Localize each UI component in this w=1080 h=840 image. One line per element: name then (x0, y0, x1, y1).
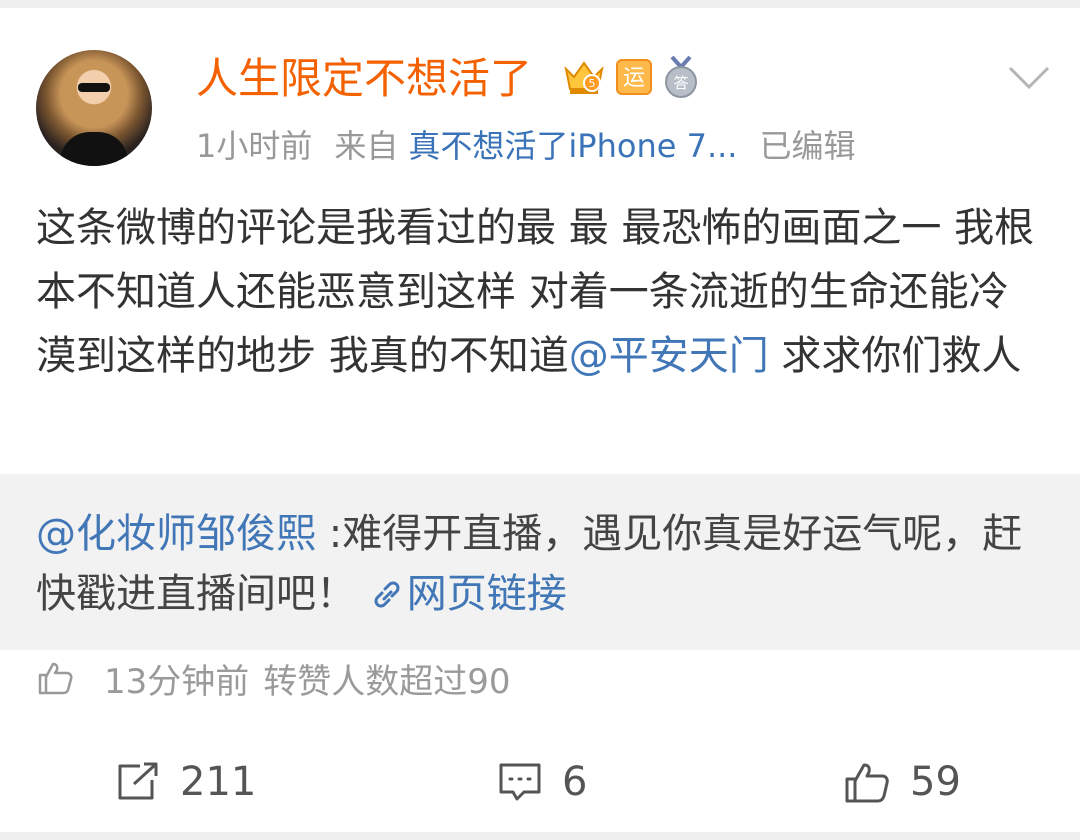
comment-count: 6 (562, 759, 588, 805)
chevron-down-icon[interactable] (1004, 60, 1054, 96)
web-link-label: 网页链接 (406, 571, 567, 617)
username[interactable]: 人生限定不想活了 (196, 50, 532, 108)
comment-button[interactable]: 6 (498, 752, 587, 812)
repost-stats-line: 13分钟前 转赞人数超过90 (36, 654, 511, 702)
like-count: 59 (910, 759, 961, 805)
repost-stats-text: 转赞人数超过90 (263, 661, 511, 702)
avatar-figure (60, 132, 128, 166)
post-text-end: 求求你们救人 (768, 333, 1022, 379)
web-link[interactable]: 网页链接 (369, 571, 567, 617)
avatar-sunglasses (78, 83, 110, 92)
svg-text:5: 5 (589, 77, 596, 90)
answer-medal-label: 答 (673, 74, 688, 92)
user-badges: 5 运 答 (562, 54, 700, 100)
repost-button[interactable]: 211 (116, 752, 256, 812)
top-divider (0, 0, 1080, 8)
like-button[interactable]: 59 (844, 752, 961, 812)
post-time: 1小时前 (196, 127, 313, 165)
like-icon (845, 763, 889, 803)
repost-time: 13分钟前 (104, 661, 250, 702)
comment-icon (499, 763, 541, 801)
link-icon (374, 581, 400, 608)
repost-body: @化妆师邹俊熙 :难得开直播，遇见你真是好运气呢，赶快戳进直播间吧！ 网页链接 (36, 504, 1046, 624)
answer-medal-icon[interactable]: 答 (662, 55, 700, 99)
from-label: 来自 (334, 127, 399, 165)
avatar[interactable] (36, 50, 152, 166)
post-source[interactable]: 真不想活了iPhone 7... (408, 127, 737, 165)
edited-label: 已编辑 (759, 127, 856, 165)
crown-vip-icon[interactable]: 5 (562, 57, 606, 97)
repost-icon (118, 762, 158, 800)
bottom-divider (0, 832, 1080, 840)
action-bar: 211 6 59 (0, 752, 1080, 812)
yun-badge-icon[interactable]: 运 (616, 59, 652, 95)
repost-count: 211 (180, 759, 257, 805)
post-meta: 1小时前 来自 真不想活了iPhone 7... 已编辑 (196, 124, 877, 168)
post-mention-link[interactable]: @平安天门 (569, 333, 769, 379)
repost-mention-link[interactable]: @化妆师邹俊熙 (36, 511, 316, 557)
thumbs-up-icon[interactable] (36, 659, 74, 697)
post-body: 这条微博的评论是我看过的最 最 最恐怖的画面之一 我根本不知道人还能恶意到这样 … (36, 196, 1046, 388)
